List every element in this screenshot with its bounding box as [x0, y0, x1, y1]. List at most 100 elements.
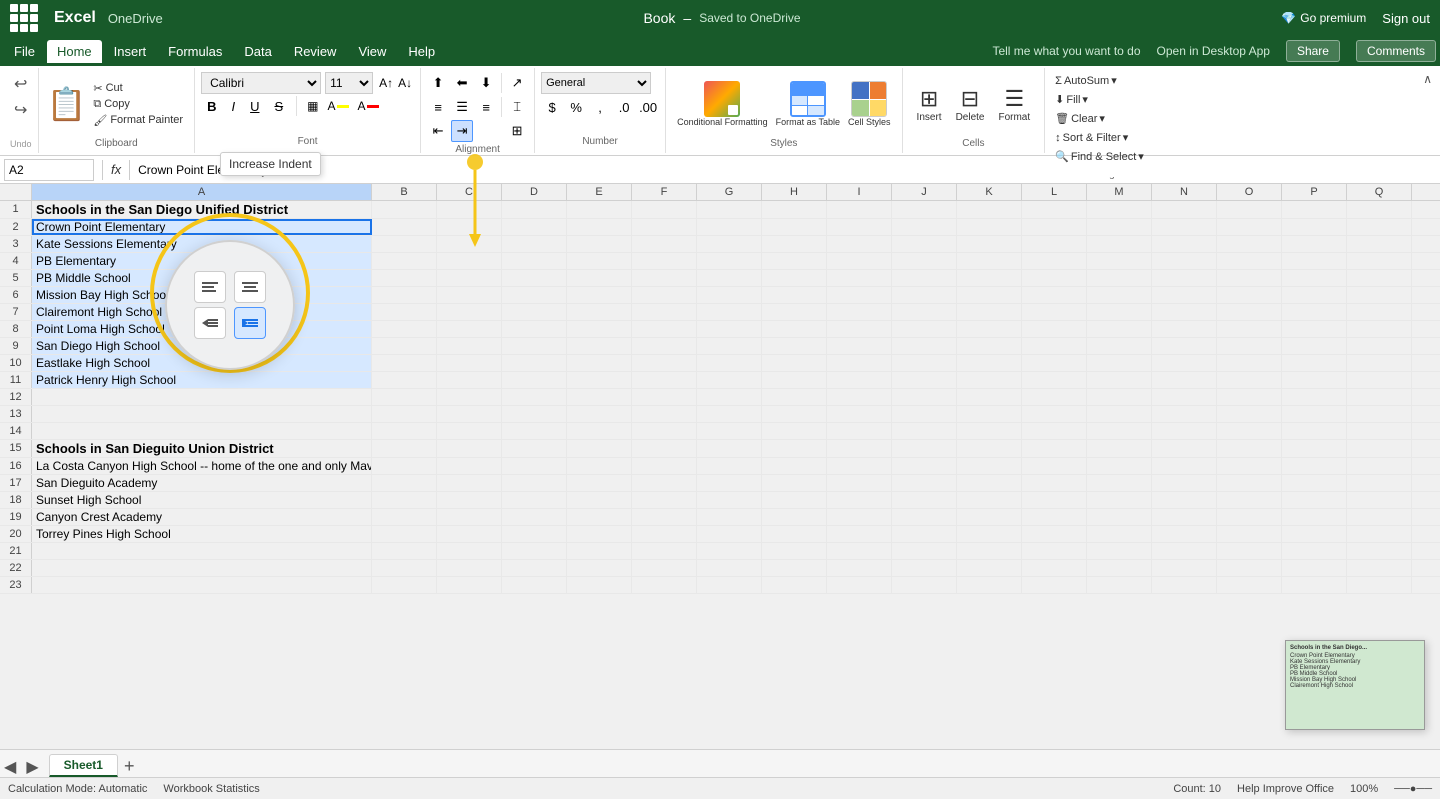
grid-cell[interactable]	[1282, 219, 1347, 235]
grid-cell[interactable]	[762, 236, 827, 252]
grid-cell[interactable]	[892, 577, 957, 593]
grid-cell[interactable]	[1282, 509, 1347, 525]
grid-cell[interactable]	[957, 423, 1022, 439]
open-desktop-button[interactable]: Open in Desktop App	[1157, 44, 1270, 58]
grid-cell[interactable]	[827, 526, 892, 542]
grid-cell[interactable]	[762, 321, 827, 337]
row-number[interactable]: 23	[0, 577, 32, 593]
row-number[interactable]: 13	[0, 406, 32, 422]
grid-cell[interactable]	[1152, 406, 1217, 422]
grid-cell[interactable]	[1347, 372, 1412, 388]
currency-button[interactable]: $	[541, 96, 563, 118]
number-format-select[interactable]: General	[541, 72, 651, 94]
grid-cell[interactable]	[1087, 526, 1152, 542]
grid-cell[interactable]	[437, 219, 502, 235]
row-number[interactable]: 9	[0, 338, 32, 354]
grid-cell[interactable]	[632, 287, 697, 303]
grid-cell[interactable]	[632, 321, 697, 337]
grid-cell[interactable]	[437, 475, 502, 491]
grid-cell[interactable]	[697, 287, 762, 303]
fill-button[interactable]: ⬇ Fill ▾	[1051, 91, 1148, 108]
grid-cell[interactable]	[1152, 219, 1217, 235]
grid-cell[interactable]	[437, 560, 502, 576]
grid-cell[interactable]	[567, 475, 632, 491]
row-number[interactable]: 2	[0, 219, 32, 235]
grid-cell[interactable]	[1022, 236, 1087, 252]
grid-cell[interactable]	[827, 475, 892, 491]
grid-cell[interactable]	[1412, 509, 1440, 525]
col-header-o[interactable]: O	[1217, 184, 1282, 200]
grid-cell[interactable]	[827, 236, 892, 252]
grid-cell[interactable]	[1152, 440, 1217, 457]
grid-cell[interactable]	[1347, 201, 1412, 218]
grid-cell[interactable]	[1347, 321, 1412, 337]
grid-cell[interactable]	[1087, 236, 1152, 252]
grid-cell[interactable]	[632, 526, 697, 542]
row-number[interactable]: 1	[0, 201, 32, 218]
grid-cell[interactable]	[372, 389, 437, 405]
grid-cell[interactable]	[1022, 560, 1087, 576]
grid-cell[interactable]	[1347, 287, 1412, 303]
grid-cell[interactable]	[762, 577, 827, 593]
grid-cell[interactable]	[892, 423, 957, 439]
grid-cell[interactable]	[892, 475, 957, 491]
grid-cell[interactable]	[1347, 389, 1412, 405]
grid-cell[interactable]	[1087, 338, 1152, 354]
grid-cell[interactable]	[697, 458, 762, 474]
grid-cell[interactable]	[372, 458, 437, 474]
grid-cell[interactable]	[892, 253, 957, 269]
font-increase-btn[interactable]: A↑	[377, 74, 395, 92]
grid-cell[interactable]	[632, 458, 697, 474]
grid-cell[interactable]	[1217, 577, 1282, 593]
clear-button[interactable]: 🗑 Clear ▾	[1051, 110, 1148, 127]
grid-cell[interactable]	[762, 338, 827, 354]
grid-cell[interactable]	[372, 406, 437, 422]
grid-cell[interactable]: Sunset High School	[32, 492, 372, 508]
grid-cell[interactable]	[1087, 475, 1152, 491]
grid-cell[interactable]	[1217, 423, 1282, 439]
grid-cell[interactable]	[1087, 577, 1152, 593]
grid-cell[interactable]	[957, 253, 1022, 269]
name-box[interactable]	[4, 159, 94, 181]
grid-cell[interactable]	[372, 440, 437, 457]
grid-cell[interactable]	[1412, 304, 1440, 320]
grid-cell[interactable]	[502, 406, 567, 422]
align-center-button[interactable]: ☰	[451, 96, 473, 118]
grid-cell[interactable]	[437, 270, 502, 286]
grid-cell[interactable]	[437, 355, 502, 371]
grid-cell[interactable]	[1282, 492, 1347, 508]
grid-cell[interactable]	[502, 475, 567, 491]
grid-cell[interactable]	[1152, 287, 1217, 303]
grid-cell[interactable]	[697, 201, 762, 218]
grid-cell[interactable]	[1087, 219, 1152, 235]
cell-styles-button[interactable]: Cell Styles	[845, 78, 894, 130]
grid-cell[interactable]	[567, 201, 632, 218]
row-number[interactable]: 22	[0, 560, 32, 576]
grid-cell[interactable]	[1412, 219, 1440, 235]
grid-cell[interactable]	[1347, 475, 1412, 491]
align-left-button[interactable]: ≡	[427, 96, 449, 118]
grid-cell[interactable]	[957, 560, 1022, 576]
sort-filter-button[interactable]: ↕ Sort & Filter ▾	[1051, 129, 1148, 146]
grid-cell[interactable]	[1347, 440, 1412, 457]
grid-cell[interactable]	[697, 338, 762, 354]
grid-cell[interactable]	[762, 440, 827, 457]
grid-cell[interactable]	[32, 543, 372, 559]
grid-cell[interactable]	[957, 389, 1022, 405]
col-header-j[interactable]: J	[892, 184, 957, 200]
grid-cell[interactable]	[827, 304, 892, 320]
grid-cell[interactable]	[1412, 253, 1440, 269]
font-family-select[interactable]: Calibri	[201, 72, 321, 94]
grid-cell[interactable]	[372, 219, 437, 235]
grid-cell[interactable]	[1217, 201, 1282, 218]
grid-cell[interactable]	[1087, 406, 1152, 422]
grid-cell[interactable]	[957, 219, 1022, 235]
comma-button[interactable]: ,	[589, 96, 611, 118]
col-header-a[interactable]: A	[32, 184, 372, 200]
decrease-indent-button[interactable]: ⇤	[427, 120, 449, 142]
grid-cell[interactable]	[697, 406, 762, 422]
grid-cell[interactable]	[502, 543, 567, 559]
grid-cell[interactable]	[827, 440, 892, 457]
row-number[interactable]: 11	[0, 372, 32, 388]
menu-file[interactable]: File	[4, 40, 45, 63]
